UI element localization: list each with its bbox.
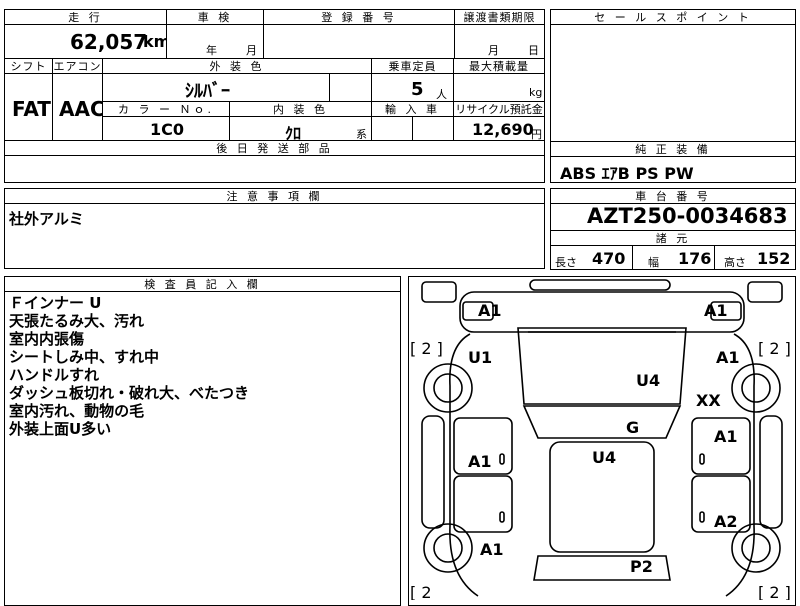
max-load-unit: kg (529, 86, 543, 99)
import-cell-a (371, 116, 413, 141)
inspector-lines: Ｆインナー U 天張たるみ大、汚れ 室内内張傷 シートしみ中、すれ中 ハンドルす… (9, 294, 249, 438)
tire-label-left-bottom: [ 2 (410, 583, 432, 600)
tire-label-right-bottom: [ 2 ] (758, 583, 791, 600)
notes-label: 注 意 事 項 欄 (4, 188, 545, 204)
inspector-line: 外装上面U多い (9, 420, 112, 438)
mark-u1: U1 (468, 348, 492, 367)
windshield (522, 405, 682, 439)
front-left-wheel (423, 363, 473, 413)
shipping-cell (4, 155, 545, 183)
max-load-label: 最大積載量 (453, 58, 545, 74)
equipment-value: ABS ｴｱB PS PW (560, 164, 694, 183)
color-no-value: 1C0 (150, 120, 185, 139)
mark-a2-right: A2 (714, 512, 738, 531)
inspector-line: Ｆインナー U (9, 294, 102, 312)
capacity-label: 乗車定員 (371, 58, 454, 74)
mark-g: G (626, 418, 639, 437)
mark-a1-front-left: A1 (478, 301, 502, 320)
shift-label: シフト (4, 58, 53, 74)
height-value: 152 (757, 249, 791, 268)
inspector-line: 室内内張傷 (9, 330, 85, 348)
length-value: 470 (592, 249, 626, 268)
tire-label-right-top: [ 2 ] (758, 339, 791, 358)
tire-label-left-top: [ 2 ] (410, 339, 443, 358)
mark-a1-left-door: A1 (468, 452, 492, 471)
right-side-skirt (759, 415, 783, 529)
equipment-label: 純 正 装 備 (550, 141, 796, 157)
registration-cell (263, 24, 455, 59)
front-right-wheel (731, 363, 781, 413)
mileage-value: 62,057 (70, 30, 148, 54)
shipping-label: 後 日 発 送 部 品 (4, 140, 545, 156)
registration-label: 登 録 番 号 (263, 9, 455, 25)
width-value: 176 (678, 249, 712, 268)
interior-color-label: 内 装 色 (229, 101, 372, 117)
inspector-line: 天張たるみ大、汚れ (9, 312, 145, 330)
ac-value: AAC (59, 97, 105, 121)
dims-label: 諸 元 (550, 230, 796, 246)
width-label: 幅 (648, 256, 659, 269)
shift-value: FAT (12, 97, 51, 121)
color-no-label: カ ラ ー Ｎｏ. (102, 101, 230, 117)
transfer-label: 譲渡書類期限 (454, 9, 545, 25)
recycle-label: リサイクル預託金 (453, 101, 545, 117)
chassis-label: 車 台 番 号 (550, 188, 796, 204)
inspector-label: 検 査 員 記 入 欄 (4, 276, 401, 292)
exterior-color-extra (329, 73, 372, 102)
inspector-line: ダッシュ板切れ・破れ大、べたつき (9, 384, 250, 402)
car-diagram: A1 A1 U1 U4 A1 XX G U4 A1 A1 A2 A1 P2 [ … (410, 279, 791, 600)
transfer-day-unit: 日 (528, 44, 539, 57)
mark-u4-roof: U4 (592, 448, 616, 467)
mark-a1-front-right: A1 (704, 301, 728, 320)
notes-cell (4, 203, 545, 269)
length-label: 長さ (555, 256, 577, 269)
inspection-label: 車 検 (166, 9, 264, 25)
inspector-line: シートしみ中、すれ中 (9, 348, 160, 366)
left-side-skirt (421, 415, 445, 529)
transfer-month-unit: 月 (488, 44, 499, 57)
front-bumper-bar (529, 279, 671, 291)
chassis-value: AZT250-0034683 (587, 204, 788, 228)
import-cell-b (412, 116, 454, 141)
mark-a1-rear-left: A1 (480, 540, 504, 559)
mark-a1-right-door: A1 (714, 427, 738, 446)
mark-u4-hood: U4 (636, 371, 660, 390)
inspection-year-unit: 年 (206, 44, 217, 57)
sales-cell (550, 24, 796, 142)
sales-label: セ ー ル ス ポ イ ン ト (550, 9, 796, 25)
mark-p2: P2 (630, 557, 653, 576)
rear-right-wheel (731, 523, 781, 573)
mileage-label: 走 行 (4, 9, 167, 25)
mark-xx: XX (696, 391, 721, 410)
rear-left-wheel (423, 523, 473, 573)
capacity-value: 5 (411, 79, 424, 100)
recycle-value: 12,690 (472, 120, 534, 139)
inspection-month-unit: 月 (246, 44, 257, 57)
exterior-color-label: 外 装 色 (102, 58, 372, 74)
front-bumper (459, 291, 745, 333)
inspector-line: 室内汚れ、動物の毛 (9, 402, 145, 420)
notes-value: 社外アルミ (9, 210, 84, 228)
height-label: 高さ (724, 256, 746, 269)
left-rear-door (453, 475, 513, 533)
inspector-line: ハンドルすれ (9, 366, 100, 384)
capacity-unit: 人 (436, 88, 447, 101)
hood (517, 327, 687, 405)
exterior-color-value: ｼﾙﾊﾞｰ (185, 81, 230, 102)
import-label: 輸 入 車 (371, 101, 454, 117)
ac-label: エアコン (52, 58, 103, 74)
mark-a1-right-fender: A1 (716, 348, 740, 367)
